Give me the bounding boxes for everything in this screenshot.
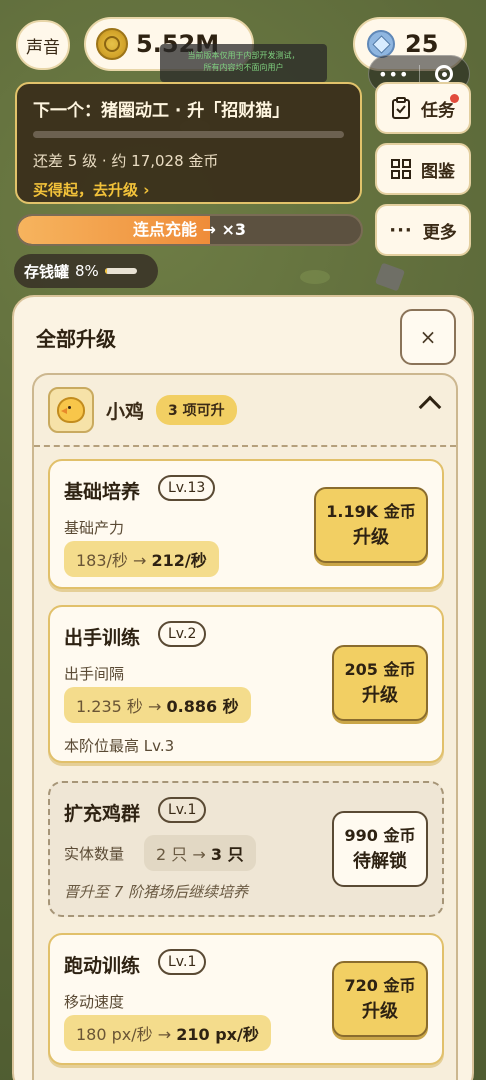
group-header[interactable]: 小鸡 3 项可升 (34, 375, 456, 447)
upgrade-name: 出手训练 (64, 627, 141, 649)
piggy-label: 存钱罐 (24, 262, 70, 281)
stat-label: 移动速度 (64, 993, 125, 1011)
stat-label: 出手间隔 (64, 665, 125, 683)
piggy-percent: 8% (75, 262, 99, 280)
action-label: 升级 (362, 685, 398, 706)
price-label: 205 金币 (344, 660, 416, 679)
notification-dot (450, 94, 459, 103)
stat-change: 2 只 → 3 只 (144, 835, 256, 871)
combo-charge-bar[interactable]: 连点充能 → ×3 (16, 214, 363, 246)
chevron-up-icon[interactable] (418, 395, 442, 419)
action-label: 升级 (362, 1001, 398, 1022)
sheet-title: 全部升级 (36, 327, 116, 351)
upgrade-sheet: 全部升级 × 小鸡 3 项可升 基础培养 Lv.13 基础产力 183/秒 → … (12, 295, 474, 1080)
upgrade-name: 扩充鸡群 (64, 803, 141, 825)
goal-subtitle: 还差 5 级 · 约 17,028 金币 (33, 152, 219, 170)
stat-change: 183/秒 → 212/秒 (64, 541, 219, 577)
upgrade-name: 跑动训练 (64, 955, 141, 977)
price-label: 1.19K 金币 (326, 502, 416, 521)
chick-icon (48, 387, 94, 433)
next-goal-panel[interactable]: 下一个：猪圈动工 · 升「招财猫」 还差 5 级 · 约 17,028 金币 买… (15, 82, 362, 204)
price-label: 990 金币 (344, 826, 416, 845)
action-label: 升级 (353, 527, 389, 548)
stat-change: 1.235 秒 → 0.886 秒 (64, 687, 251, 723)
more-button[interactable]: ··· 更多 (375, 204, 471, 256)
notice-line: 所有内容均不面向用户 (203, 63, 284, 72)
upgrade-button[interactable]: 205 金币 升级 (332, 645, 428, 721)
stat-change: 180 px/秒 → 210 px/秒 (64, 1015, 271, 1051)
close-miniprogram-icon[interactable] (419, 65, 469, 83)
upgrade-group-chick: 小鸡 3 项可升 基础培养 Lv.13 基础产力 183/秒 → 212/秒 1… (32, 373, 458, 1080)
level-badge: Lv.1 (158, 949, 207, 975)
gem-amount: 25 (405, 30, 439, 58)
more-label: 更多 (422, 222, 457, 243)
clipboard-check-icon (392, 97, 410, 119)
action-label: 待解锁 (353, 851, 407, 872)
rock-decoration (374, 262, 406, 292)
sound-button[interactable]: 声音 (16, 20, 70, 70)
upgrade-card-locked: 扩充鸡群 Lv.1 实体数量 2 只 → 3 只 晋升至 7 阶猪场后继续培养 … (48, 781, 444, 917)
level-cap-note: 本阶位最高 Lv.3 (64, 737, 175, 755)
atlas-label: 图鉴 (421, 161, 455, 182)
price-label: 720 金币 (344, 976, 416, 995)
upgrade-card: 基础培养 Lv.13 基础产力 183/秒 → 212/秒 1.19K 金币 升… (48, 459, 444, 589)
grid-icon (391, 159, 411, 179)
goal-progress-bar (33, 131, 344, 138)
dev-test-notice: 当前版本仅用于内部开发测试， 所有内容均不面向用户 (160, 44, 327, 82)
level-badge: Lv.1 (158, 797, 207, 823)
combo-label: 连点充能 → ×3 (132, 220, 247, 239)
upgrade-card: 跑动训练 Lv.1 移动速度 180 px/秒 → 210 px/秒 720 金… (48, 933, 444, 1065)
level-badge: Lv.2 (158, 621, 207, 647)
tasks-button[interactable]: 任务 (375, 82, 471, 134)
upgrade-button[interactable]: 1.19K 金币 升级 (314, 487, 428, 563)
goal-upgrade-link[interactable]: 买得起，去升级 › (33, 179, 344, 200)
notice-line: 当前版本仅用于内部开发测试， (187, 51, 300, 60)
stat-label: 基础产力 (64, 519, 125, 537)
close-button[interactable]: × (400, 309, 456, 365)
level-badge: Lv.13 (158, 475, 216, 501)
grass-decoration (300, 270, 330, 284)
menu-dots-icon[interactable]: ••• (369, 65, 419, 84)
upgrade-name: 基础培养 (64, 481, 141, 503)
goal-title: 下一个：猪圈动工 · 升「招财猫」 (33, 101, 290, 121)
available-upgrades-badge: 3 项可升 (156, 395, 237, 425)
group-name: 小鸡 (106, 400, 145, 423)
ellipsis-icon: ··· (389, 219, 413, 241)
piggy-bank[interactable]: 存钱罐 8% (14, 254, 158, 288)
unlock-hint: 晋升至 7 阶猪场后继续培养 (64, 883, 249, 901)
upgrade-button[interactable]: 720 金币 升级 (332, 961, 428, 1037)
locked-upgrade-button[interactable]: 990 金币 待解锁 (332, 811, 428, 887)
coin-icon (96, 28, 128, 60)
piggy-progress-bar (104, 268, 137, 274)
stat-label: 实体数量 (64, 845, 125, 863)
gem-icon (367, 30, 395, 58)
atlas-button[interactable]: 图鉴 (375, 143, 471, 195)
upgrade-card: 出手训练 Lv.2 出手间隔 1.235 秒 → 0.886 秒 本阶位最高 L… (48, 605, 444, 763)
